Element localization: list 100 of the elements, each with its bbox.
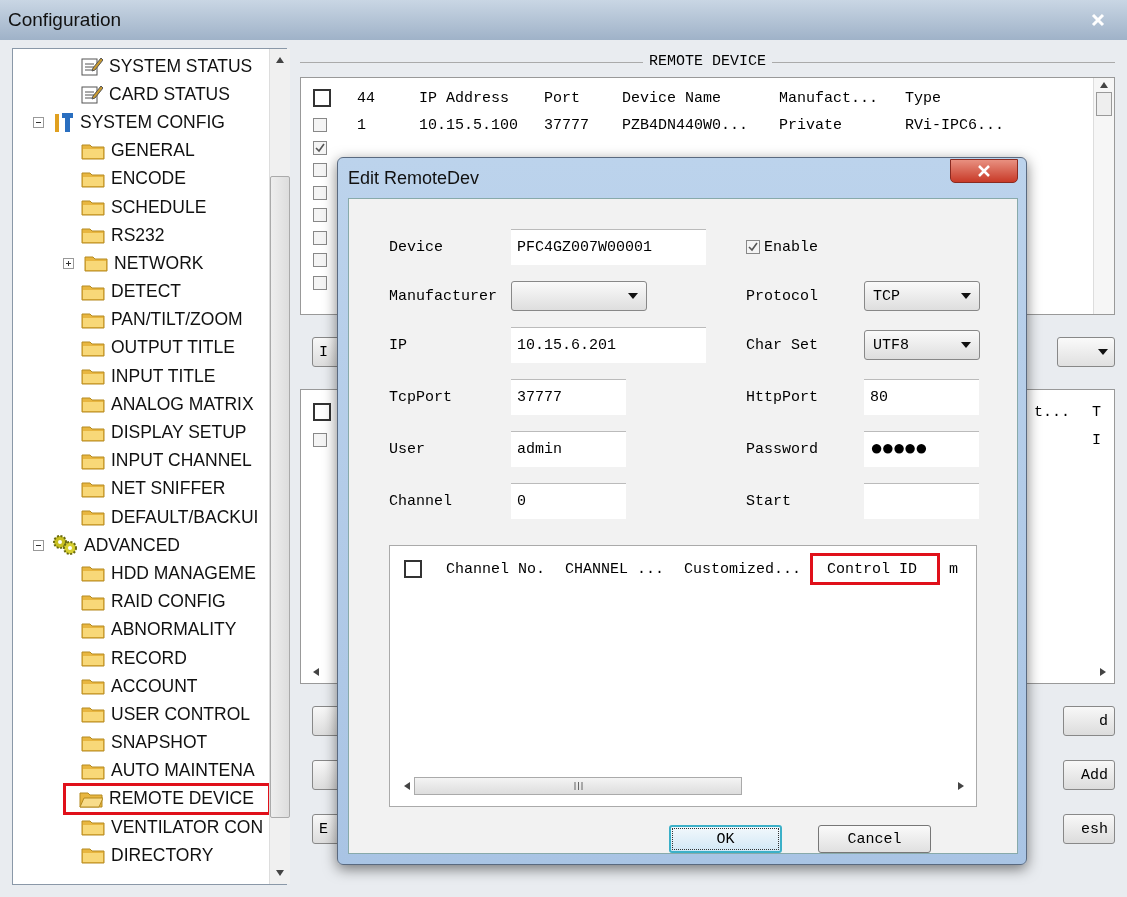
tree-item[interactable]: DISPLAY SETUP [13,418,269,447]
open-folder-icon [79,789,103,808]
dropdown[interactable] [1057,337,1115,367]
notepad-pencil-icon [81,84,103,105]
input-field[interactable]: PFC4GZ007W00001 [511,229,706,265]
tree-item[interactable]: RECORD [13,643,269,673]
column-header[interactable]: Control ID [811,554,940,584]
column-header[interactable]: m [939,554,969,584]
tree-item[interactable]: SCHEDULE [13,192,269,222]
dropdown[interactable]: UTF8 [864,330,980,360]
notepad-pencil-icon [81,56,103,77]
tree-item[interactable]: INPUT TITLE [13,362,269,391]
tree-item[interactable]: VENTILATOR CON [13,813,269,842]
tree-item[interactable]: DIRECTORY [13,841,269,870]
folder-icon [81,818,105,837]
tree-item[interactable]: CARD STATUS [13,80,269,109]
column-header[interactable]: Manufact... [779,89,905,107]
scrollbar-thumb[interactable] [1096,92,1112,116]
arrow-down-icon[interactable] [276,870,284,876]
tree-item[interactable]: ABNORMALITY [13,615,269,644]
tree-item[interactable]: DEFAULT/BACKUI [13,503,269,532]
arrow-left-icon[interactable] [404,782,410,790]
input-field[interactable] [864,483,979,519]
close-button[interactable] [950,159,1018,183]
checkbox[interactable] [313,163,327,178]
folder-icon [81,226,105,245]
scrollbar-thumb[interactable] [270,175,290,818]
arrow-up-icon[interactable] [1100,82,1108,88]
gears-icon [52,534,78,557]
input-field[interactable]: 0 [511,483,626,519]
password-field[interactable]: ●●●●● [864,431,979,467]
arrow-up-icon[interactable] [276,57,284,63]
column-header[interactable]: Device Name [622,89,779,107]
column-header[interactable]: IP Address [419,89,544,107]
tree-item[interactable]: INPUT CHANNEL [13,446,269,475]
checkbox[interactable] [313,140,327,155]
tree-item[interactable]: HDD MANAGEME [13,559,269,588]
collapse-icon[interactable] [33,539,44,551]
checkbox[interactable] [313,433,327,447]
cancel-button[interactable]: Cancel [818,825,931,853]
input-field[interactable]: 10.15.6.201 [511,327,706,363]
tree-item[interactable]: ENCODE [13,164,269,193]
tree-item[interactable]: SYSTEM STATUS [13,52,269,81]
tree-item[interactable]: SNAPSHOT [13,728,269,757]
checkbox[interactable] [313,208,327,223]
input-field[interactable]: 37777 [511,379,626,415]
tree-item[interactable]: AUTO MAINTENA [13,756,269,785]
scrollbar[interactable] [1093,78,1114,314]
field-label: HttpPort [746,388,819,406]
dropdown[interactable] [511,281,647,311]
checkbox[interactable] [313,118,327,133]
checkbox[interactable] [313,403,331,421]
checkbox[interactable] [313,230,327,245]
column-header[interactable]: Type [905,89,1005,107]
column-header[interactable]: t... [1034,403,1092,421]
table-cell: RVi-IPC6... [905,116,1005,134]
input-field[interactable]: admin [511,431,626,467]
checkbox[interactable] [746,240,760,254]
tree-item[interactable]: OUTPUT TITLE [13,333,269,363]
button[interactable]: d [1063,706,1115,736]
expand-icon[interactable] [63,257,74,269]
tree-item[interactable]: RS232 [13,221,269,250]
tree-item[interactable]: GENERAL [13,136,269,165]
ok-button[interactable]: OK [669,825,782,853]
column-header[interactable]: Port [544,89,622,107]
tree-item[interactable]: REMOTE DEVICE [65,784,269,814]
tree-item[interactable]: SYSTEM CONFIG [13,108,269,137]
tools-icon [52,111,74,134]
tree-item[interactable]: DETECT [13,277,269,306]
tree-item[interactable]: PAN/TILT/ZOOM [13,305,269,334]
tree-item[interactable]: NET SNIFFER [13,474,269,503]
arrow-right-icon[interactable] [958,782,964,790]
column-header[interactable]: CHANNEL ... [555,554,675,584]
input-field[interactable]: 80 [864,379,979,415]
checkbox[interactable] [313,89,331,107]
column-header[interactable]: Channel No. [436,554,556,584]
dropdown[interactable]: TCP [864,281,980,311]
collapse-icon[interactable] [33,116,44,128]
folder-icon [81,310,105,329]
folder-icon [81,846,105,865]
scrollbar[interactable] [269,49,290,884]
tree-item[interactable]: ACCOUNT [13,672,269,701]
column-header[interactable]: Customized... [674,554,812,584]
folder-icon [84,254,108,273]
checkbox[interactable] [313,253,327,268]
checkbox[interactable] [404,560,422,578]
column-header[interactable]: 44 [357,89,419,107]
tree-item[interactable]: RAID CONFIG [13,587,269,616]
button[interactable]: esh [1063,814,1115,844]
column-header[interactable]: T [1092,403,1106,421]
tree-item[interactable]: ANALOG MATRIX [13,390,269,419]
checkbox[interactable] [313,185,327,200]
caret-icon [961,293,971,299]
button[interactable]: Add [1063,760,1115,790]
tree-item[interactable]: NETWORK [13,249,269,278]
arrow-right-icon[interactable] [1100,668,1106,676]
checkbox[interactable] [313,275,327,290]
tree-item[interactable]: ADVANCED [13,531,269,560]
tree-item[interactable]: USER CONTROL [13,700,269,729]
arrow-left-icon[interactable] [313,668,319,676]
